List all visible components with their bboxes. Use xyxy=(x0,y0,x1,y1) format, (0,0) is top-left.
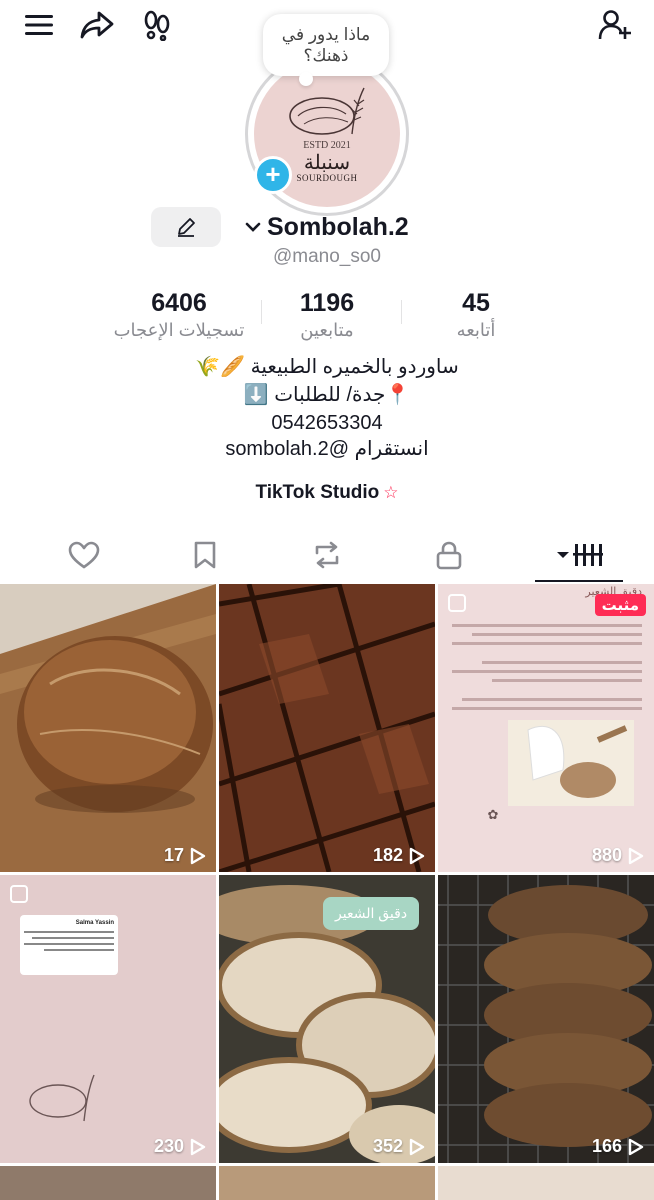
comment-lines xyxy=(24,931,114,951)
view-count: 17 xyxy=(164,845,206,866)
view-count-value: 182 xyxy=(372,845,403,865)
bread-logo-icon xyxy=(289,87,365,135)
pinned-badge: مثبت xyxy=(594,594,646,616)
hamburger-menu-icon[interactable] xyxy=(20,6,58,44)
video-grid-icon xyxy=(557,544,603,566)
brownies-image xyxy=(219,584,435,872)
video-thumbnail[interactable]: 182 xyxy=(219,584,435,872)
avatar-sub: SOURDOUGH xyxy=(296,172,358,183)
view-count-value: 880 xyxy=(591,845,622,865)
stat-following[interactable]: 45 أتابعه xyxy=(386,288,566,342)
add-story-button[interactable]: + xyxy=(254,156,292,194)
active-tab-indicator xyxy=(535,580,623,582)
bio-phone[interactable]: 0542653304 xyxy=(0,410,654,436)
view-count: 182 xyxy=(373,845,425,866)
username: @mano_so0 xyxy=(272,246,382,267)
stat-following-label: أتابعه xyxy=(456,320,496,340)
video-thumbnail-partial[interactable] xyxy=(219,1166,435,1200)
view-count: 352 xyxy=(373,1136,425,1157)
view-count: 230 xyxy=(154,1136,206,1157)
thought-bubble[interactable]: ماذا يدور في ذهنك؟ xyxy=(263,14,389,86)
tiktok-studio-label: TikTok Studio xyxy=(255,482,380,503)
watermark-logo-icon xyxy=(29,1074,95,1122)
pencil-icon xyxy=(178,218,195,237)
watermark-logo: ✿ xyxy=(487,808,499,823)
video-thumbnail[interactable]: دقيق الشعير ✿ مثبت 880 xyxy=(438,584,654,872)
comment-card: Salma Yassin xyxy=(20,915,118,975)
bio-line-2: 📍جدة/ للطلبات ⬇️ xyxy=(243,384,411,406)
view-count-value: 352 xyxy=(372,1136,403,1156)
caption-bubble: دقيق الشعير xyxy=(323,897,420,930)
select-checkbox[interactable] xyxy=(10,885,28,903)
tab-favorites[interactable] xyxy=(140,530,270,580)
avatar-brand: سنبلة xyxy=(303,149,351,174)
play-icon xyxy=(409,1138,425,1155)
rye-slices-image xyxy=(438,875,654,1163)
doc-text-lines xyxy=(452,618,642,716)
bio-instagram[interactable]: انستقرام @sombolah.2 xyxy=(0,436,654,462)
view-count-value: 166 xyxy=(591,1136,622,1156)
view-count-value: 17 xyxy=(163,845,184,865)
video-thumbnail[interactable]: 17 xyxy=(0,584,216,872)
footprints-icon[interactable] xyxy=(138,6,176,44)
play-icon xyxy=(628,847,644,864)
play-icon xyxy=(190,1138,206,1155)
tab-liked[interactable] xyxy=(19,530,149,580)
bio-line-1: ساوردو بالخميره الطبيعية 🥖🌾 xyxy=(195,356,459,378)
play-icon xyxy=(409,847,425,864)
commenter-name: Salma Yassin xyxy=(75,920,114,926)
flour-bowl-image xyxy=(508,720,634,806)
avatar-estd: ESTD 2021 xyxy=(303,139,351,151)
tab-private[interactable] xyxy=(384,530,514,580)
video-thumbnail[interactable]: 166 xyxy=(438,875,654,1163)
play-icon xyxy=(190,847,206,864)
video-thumbnail-partial[interactable] xyxy=(438,1166,654,1200)
tab-videos[interactable] xyxy=(514,530,644,580)
profile-tabs xyxy=(0,530,654,584)
tiktok-studio-link[interactable]: TikTok Studio ☆ xyxy=(0,482,654,504)
add-user-icon[interactable] xyxy=(596,6,634,44)
repost-icon xyxy=(315,541,339,569)
video-thumbnail-partial[interactable] xyxy=(0,1166,216,1200)
display-name: Sombolah.2 xyxy=(267,212,409,241)
edit-profile-button[interactable] xyxy=(151,207,221,247)
heart-icon xyxy=(68,541,100,569)
tab-reposts[interactable] xyxy=(262,530,392,580)
bookmark-icon xyxy=(194,541,216,569)
bread-loaf-image xyxy=(0,584,216,872)
view-count-value: 230 xyxy=(153,1136,184,1156)
display-name-row[interactable]: Sombolah.2 xyxy=(245,210,409,244)
video-thumbnail[interactable]: دقيق الشعير 352 xyxy=(219,875,435,1163)
share-arrow-icon[interactable] xyxy=(78,6,116,44)
view-count: 880 xyxy=(592,845,644,866)
lock-icon xyxy=(436,541,462,570)
chevron-down-icon xyxy=(245,222,261,232)
view-count: 166 xyxy=(592,1136,644,1157)
play-icon xyxy=(628,1138,644,1155)
video-thumbnail[interactable]: Salma Yassin 230 xyxy=(0,875,216,1163)
studio-user-star-icon: ☆ xyxy=(383,483,399,502)
select-checkbox[interactable] xyxy=(448,594,466,612)
stat-following-value: 45 xyxy=(462,289,490,317)
